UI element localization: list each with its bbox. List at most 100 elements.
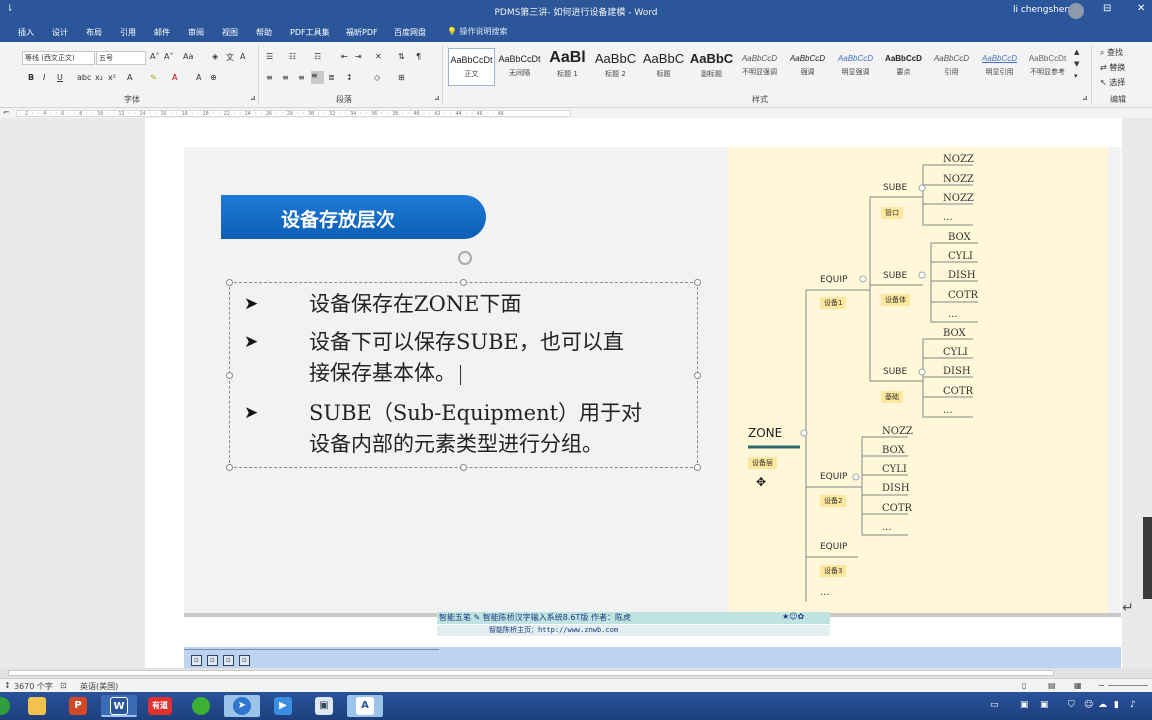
- taskbar-font-app[interactable]: A: [347, 695, 383, 717]
- taskbar-explorer[interactable]: [19, 695, 55, 717]
- ruler-strip[interactable]: · 2 · · 4 · · 6 · · 8 · · 10 · · 12 · · …: [16, 110, 571, 117]
- taskbar-recorder[interactable]: ▶: [265, 695, 301, 717]
- style-heading-1[interactable]: AaBl 标题 1: [544, 48, 591, 86]
- paragraph-launcher-icon[interactable]: ⊿: [434, 94, 440, 102]
- people-icon[interactable]: ☺: [1084, 700, 1093, 710]
- read-mode-icon[interactable]: ▯: [1022, 681, 1026, 690]
- enclose-characters-icon[interactable]: ⊕: [210, 73, 217, 82]
- zoom-slider[interactable]: [1108, 685, 1148, 686]
- show-marks-icon[interactable]: ¶: [416, 52, 421, 61]
- font-launcher-icon[interactable]: ⊿: [250, 94, 256, 102]
- tab-baidu-netdisk[interactable]: 百度网盘: [394, 27, 426, 38]
- style-emphasis[interactable]: AaBbCcD 强调: [784, 48, 831, 86]
- subscript-button[interactable]: x₂: [95, 73, 103, 82]
- resize-handle[interactable]: [460, 279, 467, 286]
- line-spacing-icon[interactable]: ↕: [346, 73, 353, 82]
- clear-format-icon[interactable]: ◈: [212, 52, 218, 61]
- tab-view[interactable]: 视图: [222, 27, 238, 38]
- taskbar-powerpoint[interactable]: P: [60, 695, 96, 717]
- style-heading-2[interactable]: AaBbC 标题 2: [592, 48, 639, 86]
- battery-icon[interactable]: ▮: [1114, 700, 1119, 710]
- start-button[interactable]: [0, 695, 10, 717]
- tab-design[interactable]: 设计: [52, 27, 68, 38]
- styles-launcher-icon[interactable]: ⊿: [1082, 94, 1088, 102]
- frame-icon[interactable]: ▫: [223, 655, 234, 666]
- embedded-slide[interactable]: 设备存放层次 ➤ 设备保存在ZONE下面 ➤ 设备下可以保存SUBE，也可以直 …: [184, 147, 1121, 617]
- tab-pdf-tools[interactable]: PDF工具集: [290, 27, 330, 38]
- taskbar-feishu[interactable]: ➤: [224, 695, 260, 717]
- superscript-button[interactable]: x²: [108, 73, 116, 82]
- style-subtle-reference[interactable]: AaBbCcDt 不明显参考: [1024, 48, 1071, 86]
- print-layout-icon[interactable]: ▤: [1048, 681, 1056, 690]
- grow-font-icon[interactable]: A˄: [150, 52, 159, 61]
- network-icon[interactable]: ☁: [1098, 700, 1107, 710]
- styles-scroll-up-icon[interactable]: ▲: [1074, 48, 1079, 56]
- style-quote[interactable]: AaBbCcD 引用: [928, 48, 975, 86]
- change-case-icon[interactable]: Aa: [183, 52, 193, 61]
- avatar[interactable]: [1068, 3, 1084, 19]
- resize-handle[interactable]: [226, 464, 233, 471]
- taskbar-word[interactable]: W: [101, 695, 137, 717]
- underline-button[interactable]: U: [57, 73, 63, 82]
- font-color-icon[interactable]: A: [172, 73, 177, 82]
- tab-references[interactable]: 引用: [120, 27, 136, 38]
- resize-handle[interactable]: [460, 464, 467, 471]
- style-strong[interactable]: AaBbCcD 要点: [880, 48, 927, 86]
- select-button[interactable]: ↖ 选择: [1100, 77, 1125, 88]
- styles-more-icon[interactable]: ▾: [1074, 72, 1078, 80]
- shading-icon[interactable]: ◇: [374, 73, 380, 82]
- character-shading-icon[interactable]: A: [196, 73, 201, 82]
- close-icon[interactable]: ✕: [1137, 3, 1145, 14]
- distributed-icon[interactable]: ≣: [328, 73, 335, 82]
- tab-review[interactable]: 审阅: [188, 27, 204, 38]
- zoom-out-icon[interactable]: −: [1098, 681, 1105, 690]
- style-title[interactable]: AaBbC 标题: [640, 48, 687, 86]
- chinese-layout-icon[interactable]: ✕: [375, 52, 382, 61]
- resize-handle[interactable]: [694, 279, 701, 286]
- style-no-spacing[interactable]: AaBbCcDt 无间隔: [496, 48, 543, 86]
- tab-foxit-pdf[interactable]: 福昕PDF: [346, 27, 378, 38]
- font-size-select[interactable]: 五号: [96, 51, 146, 65]
- strikethrough-button[interactable]: abc: [77, 73, 91, 82]
- page-status-icon[interactable]: ↕: [4, 681, 11, 690]
- keyboard-icon[interactable]: ▭: [990, 700, 999, 710]
- italic-button[interactable]: I: [43, 73, 45, 82]
- bold-button[interactable]: B: [28, 73, 34, 82]
- horizontal-scrollbar[interactable]: [0, 668, 1152, 678]
- frame-icon[interactable]: ▫: [191, 655, 202, 666]
- tell-me-search[interactable]: 💡 操作说明搜索: [447, 26, 508, 37]
- frame-icon[interactable]: ▫: [239, 655, 250, 666]
- resize-handle[interactable]: [226, 372, 233, 379]
- align-right-icon[interactable]: ≡: [298, 73, 305, 82]
- phonetic-guide-icon[interactable]: 文: [226, 52, 234, 63]
- style-subtitle[interactable]: AaBbC 副标题: [688, 48, 735, 86]
- taskbar-youdao[interactable]: 有道: [142, 695, 178, 717]
- styles-scroll-down-icon[interactable]: ▼: [1074, 60, 1079, 68]
- highlight-icon[interactable]: ✎: [150, 73, 157, 82]
- justify-icon[interactable]: ≡: [311, 71, 324, 84]
- increase-indent-icon[interactable]: ⇥: [355, 52, 362, 61]
- bullets-icon[interactable]: ☰: [266, 52, 273, 61]
- shield-icon[interactable]: ⛉: [1068, 700, 1075, 710]
- style-subtle-emphasis[interactable]: AaBbCcD 不明显强调: [736, 48, 783, 86]
- ribbon-display-icon[interactable]: ⊟: [1103, 3, 1111, 14]
- slide-textbox[interactable]: ➤ 设备保存在ZONE下面 ➤ 设备下可以保存SUBE，也可以直 接保存基本体。…: [226, 279, 701, 471]
- tab-layout[interactable]: 布局: [86, 27, 102, 38]
- tab-help[interactable]: 帮助: [256, 27, 272, 38]
- tab-mailings[interactable]: 邮件: [154, 27, 170, 38]
- find-button[interactable]: ⌕ 查找: [1100, 47, 1123, 58]
- tray-icon[interactable]: ▣: [1040, 700, 1049, 710]
- volume-icon[interactable]: ♪: [1130, 700, 1136, 710]
- resize-handle[interactable]: [694, 372, 701, 379]
- proofing-icon[interactable]: ⊡: [60, 681, 67, 690]
- borders-icon[interactable]: ⊞: [398, 73, 405, 82]
- font-name-select[interactable]: 等线 (西文正文): [22, 51, 95, 65]
- numbering-icon[interactable]: ☷: [289, 52, 296, 61]
- taskbar-window[interactable]: ▣: [306, 695, 342, 717]
- style-intense-quote[interactable]: AaBbCcD 明显引用: [976, 48, 1023, 86]
- rotate-handle-icon[interactable]: [458, 251, 472, 265]
- style-intense-emphasis[interactable]: AaBbCcD 明显强调: [832, 48, 879, 86]
- language-status[interactable]: 英语(美国): [80, 681, 118, 692]
- multilevel-list-icon[interactable]: ☶: [314, 52, 321, 61]
- shrink-font-icon[interactable]: A˅: [164, 52, 173, 61]
